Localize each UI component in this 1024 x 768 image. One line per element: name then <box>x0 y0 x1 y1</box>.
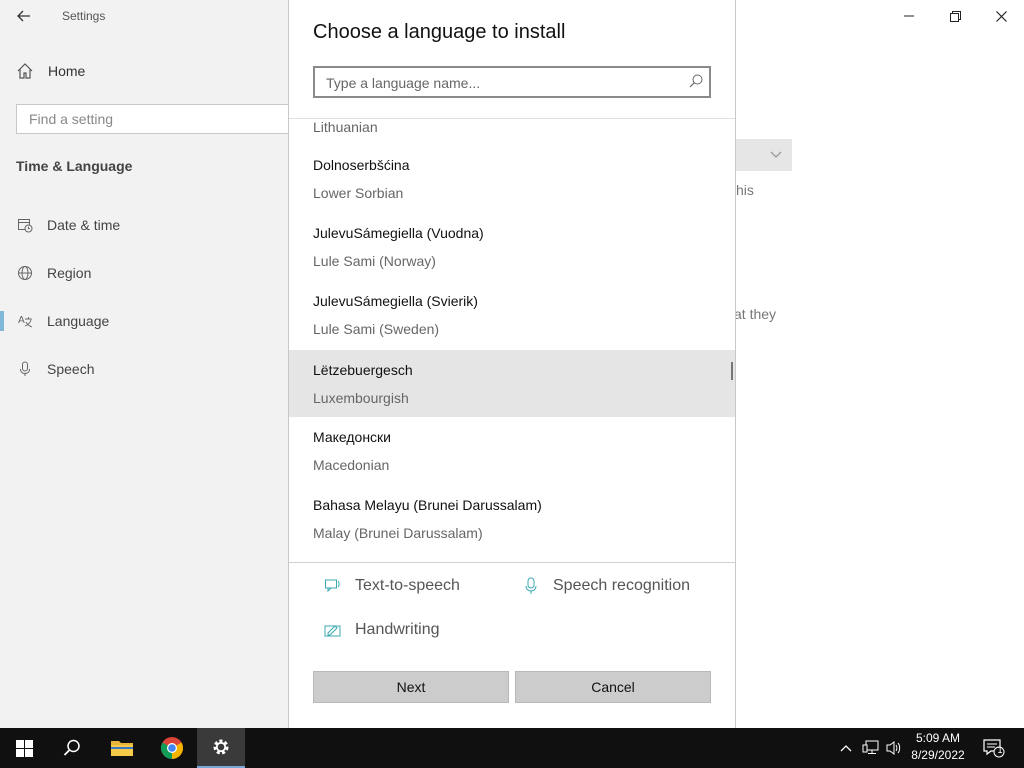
background-text-fragment: his <box>736 182 754 198</box>
nav-speech[interactable]: Speech <box>0 349 289 389</box>
restore-button[interactable] <box>932 0 978 32</box>
minimize-icon <box>904 15 914 17</box>
microphone-icon <box>521 576 541 596</box>
find-setting-box[interactable] <box>16 104 296 134</box>
system-clock[interactable]: 5:09 AM 8/29/2022 <box>906 730 970 764</box>
language-item[interactable]: JulevuSámegiella (Svierik) Lule Sami (Sw… <box>289 285 735 353</box>
nav-language[interactable]: A Language <box>0 301 289 341</box>
calendar-clock-icon <box>16 216 34 234</box>
search-icon <box>63 739 80 756</box>
language-native-name: Македонски <box>313 429 391 445</box>
nav-date-time[interactable]: Date & time <box>0 205 289 245</box>
language-native-name: JulevuSámegiella (Vuodna) <box>313 225 484 241</box>
windows-logo-icon <box>15 739 33 757</box>
scrollbar-thumb[interactable] <box>731 362 733 380</box>
chrome-icon <box>161 737 183 759</box>
language-native-name: JulevuSámegiella (Svierik) <box>313 293 478 309</box>
clock-time: 5:09 AM <box>915 731 961 745</box>
nav-speech-label: Speech <box>47 361 95 377</box>
language-item[interactable]: Dolnoserbšćina Lower Sorbian <box>289 149 735 217</box>
language-english-name: Lithuanian <box>313 119 378 135</box>
volume-button[interactable] <box>884 738 904 758</box>
nav-language-label: Language <box>47 313 110 329</box>
language-search-box[interactable] <box>313 66 711 98</box>
language-english-name: Macedonian <box>313 457 390 473</box>
nav-region-label: Region <box>47 265 92 281</box>
next-button[interactable]: Next <box>313 671 509 703</box>
background-dropdown[interactable] <box>736 139 792 171</box>
language-item[interactable]: Македонски Macedonian <box>289 421 735 489</box>
speaker-icon <box>886 741 901 755</box>
text-to-speech-icon <box>323 576 343 596</box>
search-button[interactable] <box>48 728 96 768</box>
start-button[interactable] <box>0 728 48 768</box>
notification-count-badge: 1 <box>997 745 1003 755</box>
language-list[interactable]: Lithuanian Dolnoserbšćina Lower Sorbian … <box>289 119 735 563</box>
gear-icon <box>213 739 229 755</box>
show-hidden-icons-button[interactable] <box>836 738 856 758</box>
language-english-name: Lule Sami (Norway) <box>313 253 436 269</box>
language-native-name: Lëtzebuergesch <box>313 362 413 378</box>
microphone-icon <box>16 360 34 378</box>
feature-speech-recognition: Speech recognition <box>521 576 690 596</box>
back-button[interactable] <box>12 4 36 28</box>
handwriting-icon <box>323 620 343 640</box>
restore-icon <box>949 10 961 22</box>
language-english-name: Lule Sami (Sweden) <box>313 321 440 337</box>
folder-icon <box>111 741 133 756</box>
chrome-button[interactable] <box>148 728 196 768</box>
chevron-up-icon <box>840 745 852 752</box>
nav-region[interactable]: Region <box>0 253 289 293</box>
selection-indicator <box>0 311 4 331</box>
divider <box>289 562 735 563</box>
nav-date-time-label: Date & time <box>47 217 121 233</box>
svg-text:A: A <box>18 315 25 326</box>
minimize-button[interactable] <box>886 0 932 32</box>
feature-handwriting: Handwriting <box>323 620 439 640</box>
language-native-name: Bahasa Melayu (Brunei Darussalam) <box>313 497 542 513</box>
cancel-button[interactable]: Cancel <box>515 671 711 703</box>
language-english-name: Luxembourgish <box>313 390 409 406</box>
network-button[interactable] <box>861 738 881 758</box>
home-label: Home <box>48 63 86 79</box>
clock-date: 8/29/2022 <box>911 748 965 762</box>
find-setting-input[interactable] <box>27 105 271 133</box>
file-explorer-button[interactable] <box>98 728 146 768</box>
language-icon: A <box>16 312 34 330</box>
feature-label: Handwriting <box>355 621 440 638</box>
settings-sidebar: Settings Home Time & Language Date & tim… <box>0 0 296 728</box>
taskbar: 5:09 AM 8/29/2022 1 <box>0 728 1024 768</box>
feature-label: Text-to-speech <box>355 577 460 594</box>
language-item[interactable]: Bahasa Melayu (Brunei Darussalam) Malay … <box>289 489 735 557</box>
settings-taskbar-button[interactable] <box>197 728 245 768</box>
feature-label: Speech recognition <box>553 577 690 594</box>
language-english-name: Malay (Brunei Darussalam) <box>313 525 483 541</box>
language-item-selected[interactable]: Lëtzebuergesch Luxembourgish <box>289 350 735 417</box>
language-native-name: Dolnoserbšćina <box>313 157 410 173</box>
search-icon[interactable] <box>689 74 703 88</box>
section-title: Time & Language <box>16 158 133 174</box>
chevron-down-icon <box>770 151 782 158</box>
action-center-button[interactable]: 1 <box>982 738 1006 758</box>
globe-icon <box>16 264 34 282</box>
close-button[interactable] <box>978 0 1024 32</box>
choose-language-dialog: Choose a language to install Lithuanian … <box>288 0 736 728</box>
language-english-name: Lower Sorbian <box>313 185 404 201</box>
language-item[interactable]: JulevuSámegiella (Vuodna) Lule Sami (Nor… <box>289 217 735 285</box>
network-icon <box>862 740 879 754</box>
close-icon <box>995 10 1007 22</box>
dialog-title: Choose a language to install <box>313 21 566 43</box>
background-text-fragment: at they <box>734 306 777 322</box>
language-search-input[interactable] <box>324 72 678 94</box>
back-arrow-icon <box>17 10 30 22</box>
app-title: Settings <box>62 9 106 23</box>
feature-text-to-speech: Text-to-speech <box>323 576 460 596</box>
home-icon <box>17 63 33 79</box>
nav-home[interactable]: Home <box>16 62 85 80</box>
